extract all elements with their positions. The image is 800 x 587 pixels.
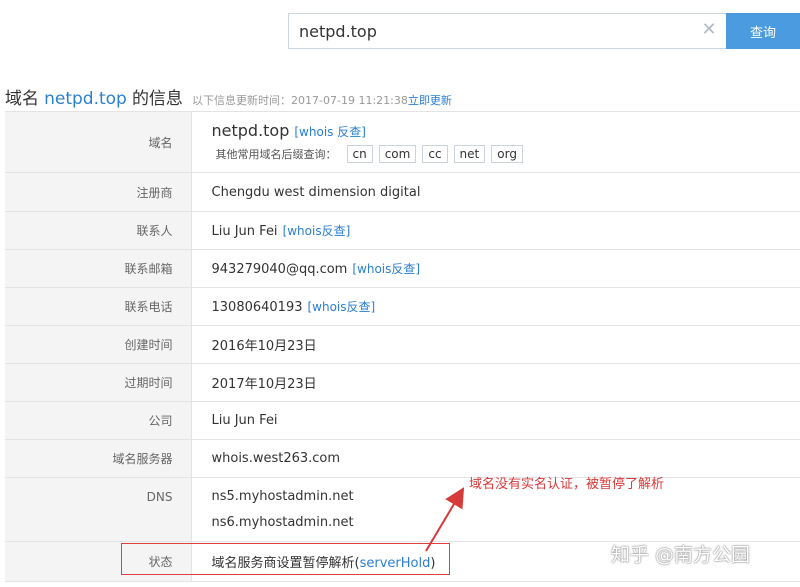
phone-whois-link[interactable]: [whois反查] <box>307 300 375 314</box>
company-value: Liu Jun Fei <box>191 401 800 440</box>
watermark: 知乎 @南方公园 <box>611 544 751 566</box>
page-title: 域名 netpd.top 的信息 以下信息更新时间：2017-07-19 11:… <box>5 84 452 109</box>
table-row: 联系邮箱 943279040@qq.com [whois反查] <box>5 249 800 288</box>
table-row: 注册商 Chengdu west dimension digital <box>5 172 800 212</box>
row-label-expires: 过期时间 <box>5 363 192 402</box>
annotation-text: 域名没有实名认证，被暂停了解析 <box>469 477 665 492</box>
domain-value: netpd.top <box>211 121 290 140</box>
created-value: 2016年10月23日 <box>191 325 800 364</box>
table-row: 公司 Liu Jun Fei <box>5 401 800 440</box>
suffix-chip-cc[interactable]: cc <box>422 145 448 163</box>
expires-value: 2017年10月23日 <box>191 363 800 402</box>
row-label-domain: 域名 <box>5 111 192 173</box>
table-row: 联系人 Liu Jun Fei [whois反查] <box>5 211 800 250</box>
registrar-value: Chengdu west dimension digital <box>191 172 800 212</box>
table-row: DNS ns5.myhostadmin.net ns6.myhostadmin.… <box>5 477 800 542</box>
title-prefix: 域名 <box>5 89 39 109</box>
row-label-dns: DNS <box>5 477 192 542</box>
suffix-chip-cn[interactable]: cn <box>346 145 373 163</box>
row-label-company: 公司 <box>5 401 192 440</box>
title-suffix: 的信息 <box>131 89 183 109</box>
row-label-whois-server: 域名服务器 <box>5 439 192 478</box>
phone-value: 13080640193 <box>211 300 303 315</box>
table-row: 域名 netpd.top [whois 反查] 其他常用域名后缀查询： cn com c… <box>5 111 800 173</box>
whois-info-table: 域名 netpd.top [whois 反查] 其他常用域名后缀查询： cn com c… <box>5 111 800 582</box>
contact-whois-link[interactable]: [whois反查] <box>283 224 351 238</box>
dns-server-2: ns6.myhostadmin.net <box>211 514 354 530</box>
title-domain: netpd.top <box>44 89 127 109</box>
email-value: 943279040@qq.com <box>211 262 348 277</box>
search-bar: ✕ 查询 <box>288 13 800 49</box>
suffix-label: 其他常用域名后缀查询： <box>215 148 337 161</box>
whois-server-value: whois.west263.com <box>191 439 800 478</box>
table-row: 域名服务器 whois.west263.com <box>5 439 800 478</box>
table-row: 创建时间 2016年10月23日 <box>5 325 800 364</box>
row-label-email: 联系邮箱 <box>5 249 192 288</box>
suffix-chip-net[interactable]: net <box>453 145 486 163</box>
suffix-query-row: 其他常用域名后缀查询： cn com cc net org <box>212 145 800 163</box>
contact-value: Liu Jun Fei <box>211 224 278 239</box>
row-label-phone: 联系电话 <box>5 287 192 326</box>
row-label-registrar: 注册商 <box>5 172 192 212</box>
suffix-chip-com[interactable]: com <box>378 145 417 163</box>
suffix-chip-org[interactable]: org <box>491 145 523 163</box>
table-row: 联系电话 13080640193 [whois反查] <box>5 287 800 326</box>
update-time: 以下信息更新时间：2017-07-19 11:21:38 <box>192 94 408 107</box>
close-icon[interactable]: ✕ <box>700 21 718 39</box>
table-row: 过期时间 2017年10月23日 <box>5 363 800 402</box>
email-whois-link[interactable]: [whois反查] <box>352 262 420 276</box>
row-label-created: 创建时间 <box>5 325 192 364</box>
refresh-now-link[interactable]: 立即更新 <box>408 94 452 107</box>
search-button[interactable]: 查询 <box>726 13 800 49</box>
search-input[interactable] <box>288 13 726 49</box>
whois-reverse-link[interactable]: [whois 反查] <box>294 125 366 139</box>
highlight-box <box>121 543 450 575</box>
row-label-contact: 联系人 <box>5 211 192 250</box>
